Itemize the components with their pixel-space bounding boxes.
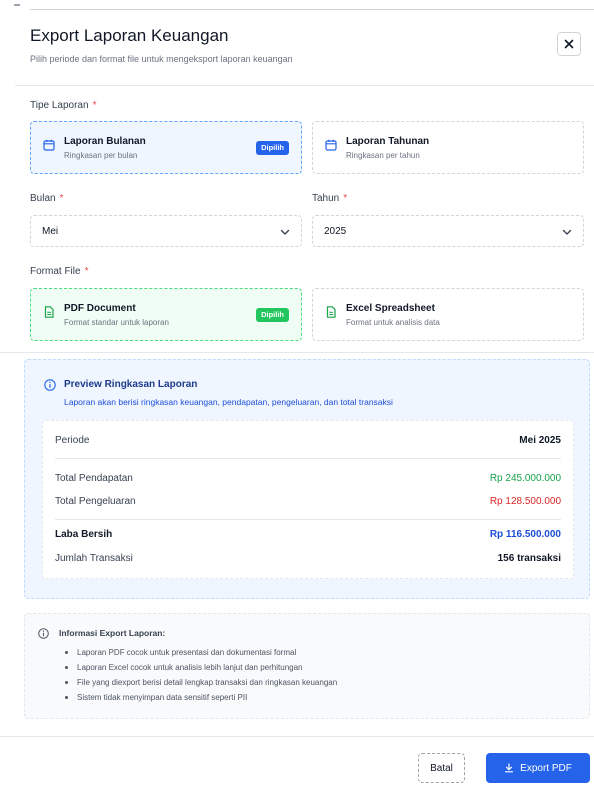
chevron-down-icon	[562, 229, 572, 235]
expense-label: Total Pengeluaran	[55, 496, 136, 507]
report-type-yearly-option[interactable]: Laporan Tahunan Ringkasan per tahun	[312, 121, 584, 174]
month-label-text: Bulan	[30, 193, 56, 204]
month-select-value: Mei	[42, 226, 59, 237]
download-icon	[505, 763, 514, 773]
dialog-title: Export Laporan Keuangan	[30, 26, 229, 45]
export-dialog: Export Laporan Keuangan Pilih periode da…	[0, 0, 594, 794]
transactions-label: Jumlah Transaksi	[55, 553, 133, 564]
net-value: Rp 116.500.000	[489, 529, 561, 540]
year-label-text: Tahun	[312, 193, 340, 204]
expense-value: Rp 128.500.000	[489, 496, 561, 507]
year-select[interactable]: 2025	[312, 215, 584, 247]
expense-row: Total Pengeluaran Rp 128.500.000	[55, 492, 561, 512]
chevron-down-icon	[280, 229, 290, 235]
file-icon	[44, 306, 54, 318]
format-pdf-option[interactable]: PDF Document Format standar untuk lapora…	[30, 288, 302, 341]
period-row: Periode Mei 2025	[55, 431, 561, 451]
report-type-label: Tipe Laporan *	[30, 100, 96, 111]
footer-divider	[0, 736, 594, 737]
required-mark: *	[84, 266, 89, 277]
export-button-label: Export PDF	[520, 762, 572, 774]
close-button[interactable]	[557, 32, 581, 56]
format-label: Format File *	[30, 266, 88, 277]
info-panel: Informasi Export Laporan: Laporan PDF co…	[24, 613, 590, 719]
year-label: Tahun *	[312, 193, 347, 204]
report-type-label-text: Tipe Laporan	[30, 100, 89, 111]
month-label: Bulan *	[30, 193, 63, 204]
required-mark: *	[92, 100, 97, 111]
header-divider	[15, 85, 594, 86]
period-value: Mei 2025	[519, 435, 561, 446]
close-icon	[564, 39, 574, 49]
preview-description: Laporan akan berisi ringkasan keuangan, …	[64, 397, 393, 407]
option-title: PDF Document	[64, 303, 136, 314]
list-item: Sistem tidak menyimpan data sensitif sep…	[64, 690, 337, 705]
option-subtitle: Ringkasan per tahun	[346, 151, 420, 160]
info-list: Laporan PDF cocok untuk presentasi dan d…	[64, 645, 337, 705]
required-mark: *	[343, 193, 348, 204]
cancel-button[interactable]: Batal	[418, 753, 465, 783]
selected-badge: Dipilih	[256, 141, 289, 155]
calendar-icon	[325, 139, 337, 151]
option-subtitle: Format untuk analisis data	[346, 318, 440, 327]
year-select-value: 2025	[324, 226, 347, 237]
option-subtitle: Format standar untuk laporan	[64, 318, 169, 327]
transactions-value: 156 transaksi	[497, 553, 561, 564]
info-icon	[38, 628, 49, 639]
list-item: File yang diexport berisi detail lengkap…	[64, 675, 337, 690]
net-label: Laba Bersih	[55, 529, 113, 540]
export-button[interactable]: Export PDF	[486, 753, 590, 783]
list-item: Laporan Excel cocok untuk analisis lebih…	[64, 660, 337, 675]
option-title: Laporan Bulanan	[64, 136, 146, 147]
info-title: Informasi Export Laporan:	[59, 628, 166, 638]
info-icon	[44, 379, 56, 391]
income-row: Total Pendapatan Rp 245.000.000	[55, 469, 561, 489]
row-divider	[55, 519, 561, 520]
report-type-monthly-option[interactable]: Laporan Bulanan Ringkasan per bulan Dipi…	[30, 121, 302, 174]
preview-panel: Preview Ringkasan Laporan Laporan akan b…	[24, 359, 590, 599]
period-label: Periode	[55, 435, 90, 446]
required-mark: *	[59, 193, 64, 204]
preview-title: Preview Ringkasan Laporan	[64, 379, 198, 390]
format-label-text: Format File	[30, 266, 81, 277]
income-value: Rp 245.000.000	[489, 473, 561, 484]
format-excel-option[interactable]: Excel Spreadsheet Format untuk analisis …	[312, 288, 584, 341]
month-select[interactable]: Mei	[30, 215, 302, 247]
file-icon	[326, 306, 336, 318]
section-divider	[0, 352, 594, 353]
option-title: Excel Spreadsheet	[346, 303, 435, 314]
list-item: Laporan PDF cocok untuk presentasi dan d…	[64, 645, 337, 660]
row-divider	[55, 458, 561, 459]
preview-summary-table: Periode Mei 2025 Total Pendapatan Rp 245…	[42, 420, 574, 579]
option-title: Laporan Tahunan	[346, 136, 430, 147]
dialog-subtitle: Pilih periode dan format file untuk meng…	[30, 54, 293, 64]
income-label: Total Pendapatan	[55, 473, 133, 484]
top-border	[30, 9, 594, 10]
selected-badge: Dipilih	[256, 308, 289, 322]
net-row: Laba Bersih Rp 116.500.000	[55, 525, 561, 545]
corner-mark	[14, 4, 20, 6]
option-subtitle: Ringkasan per bulan	[64, 151, 138, 160]
transactions-row: Jumlah Transaksi 156 transaksi	[55, 549, 561, 569]
calendar-icon	[43, 139, 55, 151]
